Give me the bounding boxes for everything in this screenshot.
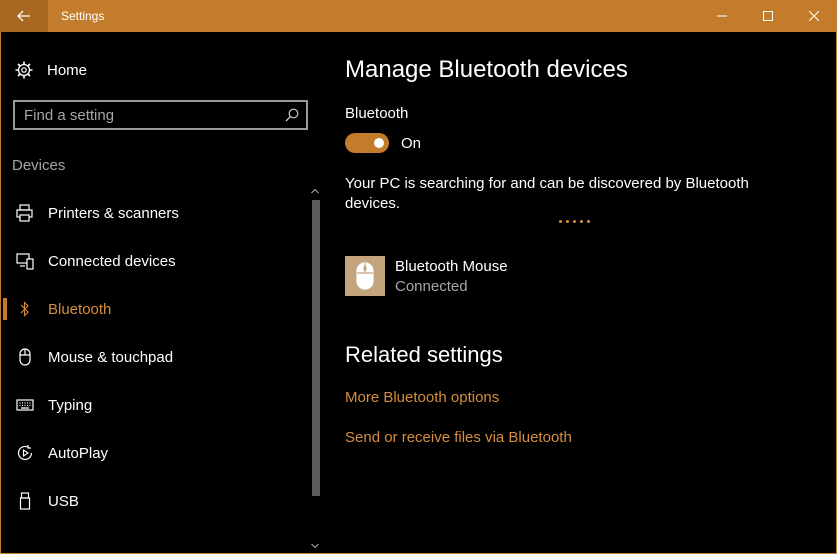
minimize-button[interactable] xyxy=(699,0,745,32)
sidebar-item-label: Bluetooth xyxy=(48,300,112,318)
mouse-icon xyxy=(356,262,374,290)
sidebar-item-bluetooth[interactable]: Bluetooth xyxy=(0,289,308,329)
sidebar-item-label: USB xyxy=(48,492,79,510)
home-nav-item[interactable]: Home xyxy=(15,60,87,80)
bluetooth-icon xyxy=(20,301,29,317)
searching-progress-dots xyxy=(559,220,594,223)
title-bar: Settings xyxy=(0,0,837,32)
discovery-description: Your PC is searching for and can be disc… xyxy=(345,175,749,212)
sidebar-item-label: AutoPlay xyxy=(48,444,109,462)
page-title: Manage Bluetooth devices xyxy=(345,56,628,83)
device-status: Connected xyxy=(395,278,468,295)
printer-icon xyxy=(16,204,33,222)
sidebar-item-label: Printers & scanners xyxy=(48,204,179,222)
scroll-up-icon[interactable] xyxy=(311,188,319,194)
section-label-devices: Devices xyxy=(12,157,66,174)
autoplay-icon xyxy=(17,445,33,461)
scrollbar-thumb[interactable] xyxy=(312,200,320,496)
keyboard-icon xyxy=(16,399,34,411)
more-bluetooth-options-link[interactable]: More Bluetooth options xyxy=(345,389,499,406)
device-name: Bluetooth Mouse xyxy=(395,258,508,275)
home-label: Home xyxy=(47,61,88,79)
back-button[interactable] xyxy=(0,0,48,32)
device-item-bluetooth-mouse[interactable]: Bluetooth Mouse Connected xyxy=(345,256,508,297)
sidebar-item-connected-devices[interactable]: Connected devices xyxy=(0,241,308,281)
search-icon xyxy=(285,108,299,122)
mouse-icon xyxy=(19,348,31,366)
bluetooth-label: Bluetooth xyxy=(345,105,409,122)
minimize-icon xyxy=(717,15,727,17)
sidebar-item-printers[interactable]: Printers & scanners xyxy=(0,193,308,233)
search-input[interactable] xyxy=(15,106,278,124)
sidebar-item-usb[interactable]: USB xyxy=(0,481,308,521)
sidebar-item-typing[interactable]: Typing xyxy=(0,385,308,425)
sidebar-item-autoplay[interactable]: AutoPlay xyxy=(0,433,308,473)
sidebar-item-label: Typing xyxy=(48,396,93,414)
sidebar-item-label: Connected devices xyxy=(48,252,176,270)
send-receive-files-link[interactable]: Send or receive files via Bluetooth xyxy=(345,429,572,446)
close-icon xyxy=(809,11,819,21)
search-box[interactable] xyxy=(13,100,308,130)
gear-icon xyxy=(15,61,33,79)
sidebar-item-mouse[interactable]: Mouse & touchpad xyxy=(0,337,308,377)
toggle-knob xyxy=(374,138,384,148)
maximize-icon xyxy=(763,11,773,21)
maximize-button[interactable] xyxy=(745,0,791,32)
close-button[interactable] xyxy=(791,0,837,32)
devices-icon xyxy=(16,253,34,270)
sidebar-item-label: Mouse & touchpad xyxy=(48,348,174,366)
toggle-state-label: On xyxy=(401,135,422,152)
device-tile xyxy=(345,256,385,296)
window-title: Settings xyxy=(61,9,105,23)
scroll-down-icon[interactable] xyxy=(311,543,319,549)
related-settings-heading: Related settings xyxy=(345,342,503,367)
bluetooth-toggle[interactable] xyxy=(345,133,389,153)
usb-icon xyxy=(19,492,31,510)
search-button[interactable] xyxy=(278,108,306,122)
back-arrow-icon xyxy=(17,10,30,22)
